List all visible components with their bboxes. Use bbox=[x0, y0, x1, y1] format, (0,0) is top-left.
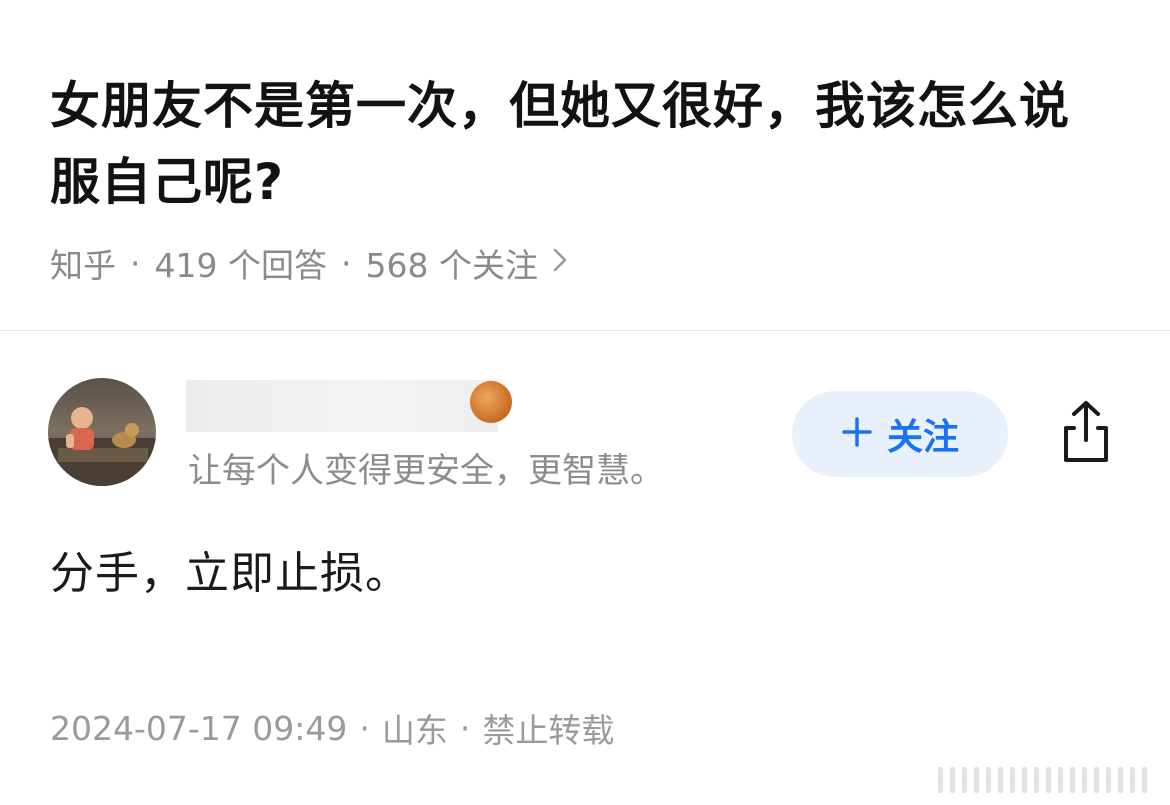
section-divider bbox=[0, 330, 1170, 331]
share-icon[interactable] bbox=[1052, 398, 1120, 466]
chevron-right-icon bbox=[552, 246, 568, 281]
follow-label: 关注 bbox=[886, 417, 959, 458]
meta-separator: · bbox=[359, 708, 370, 748]
plus-icon bbox=[841, 413, 873, 455]
answer-footer: 2024-07-17 09:49 · 山东 · 禁止转载 bbox=[50, 703, 614, 753]
follow-button[interactable]: 关注 bbox=[792, 391, 1008, 477]
meta-separator: · bbox=[340, 243, 352, 283]
author-badge-icon bbox=[470, 381, 512, 423]
answer-copyright: 禁止转载 bbox=[482, 711, 615, 750]
answers-count: 419 个回答 bbox=[154, 246, 327, 285]
meta-separator: · bbox=[459, 708, 471, 748]
question-source: 知乎 bbox=[50, 246, 116, 285]
followers-count: 568 个关注 bbox=[365, 246, 538, 285]
author-bio: 让每个人变得更安全，更智慧。 bbox=[188, 451, 664, 491]
watermark bbox=[938, 766, 1160, 794]
answer-content: 分手，立即止损。 bbox=[50, 548, 410, 599]
meta-separator: · bbox=[130, 243, 141, 283]
question-meta[interactable]: 知乎 · 419 个回答 · 568 个关注 bbox=[50, 238, 568, 288]
avatar[interactable] bbox=[48, 378, 156, 486]
answer-timestamp: 2024-07-17 09:49 bbox=[50, 708, 348, 748]
author-name-redacted bbox=[186, 380, 498, 432]
answer-location: 山东 bbox=[381, 711, 448, 750]
question-title: 女朋友不是第一次，但她又很好，我该怎么说服自己呢? bbox=[50, 77, 1070, 211]
